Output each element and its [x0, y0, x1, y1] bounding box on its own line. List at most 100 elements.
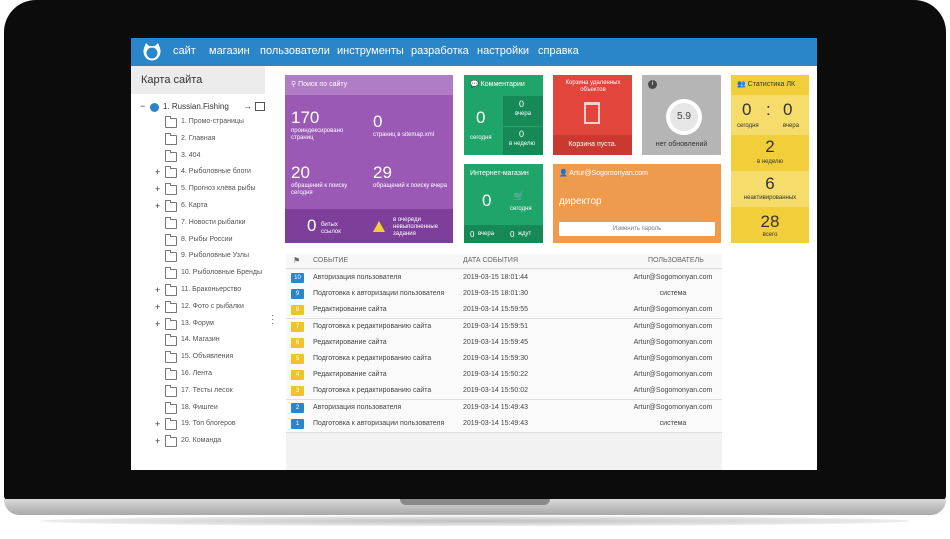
- shop-today-value: 0: [482, 191, 492, 210]
- log-user-cell: Artur@Sogomonyan.com: [633, 387, 713, 395]
- info-icon[interactable]: i: [648, 80, 657, 89]
- expand-icon[interactable]: +: [155, 418, 163, 430]
- log-row[interactable]: 9 Подготовка к авторизации пользователя 20…: [286, 286, 722, 304]
- tree-item[interactable]: +20. Команда: [131, 435, 265, 449]
- trash-tile[interactable]: Корзина удаленных объектов Корзина пуста…: [553, 75, 632, 155]
- nav-item-shop[interactable]: магазин: [209, 45, 250, 57]
- tree-item[interactable]: 1. Промо-страницы: [131, 116, 265, 130]
- log-number-badge: 5: [291, 354, 304, 364]
- log-event-cell: Авторизация пользователя: [313, 403, 402, 411]
- log-row[interactable]: 8 Редактирование сайта 2019-03-14 15:59:55…: [286, 302, 722, 320]
- updates-tile[interactable]: i 5.9 нет обновлений: [642, 75, 721, 155]
- sitemap-title: Карта сайта: [131, 66, 265, 94]
- tree-root[interactable]: − 1. Russian.Fishing →: [131, 101, 265, 115]
- comments-tile[interactable]: 💬 Комментарии 0 сегодня 0 вчера 0 в неде…: [464, 75, 543, 155]
- laptop-notch: [400, 499, 550, 505]
- stats-tile[interactable]: 👥 Статистика ЛК 0 : 0 сегодня вчера 2 в …: [731, 75, 809, 243]
- collapse-icon[interactable]: −: [140, 101, 145, 111]
- tree-item[interactable]: 17. Тесты лесок: [131, 384, 265, 399]
- log-number-badge: 1: [291, 418, 304, 429]
- folder-icon: [165, 435, 177, 448]
- log-row[interactable]: 5 Подготовка к редактированию сайта 2019-0…: [286, 351, 722, 368]
- tree-item[interactable]: +12. Фото с рыбалки: [131, 300, 265, 315]
- log-date-cell: 2019-03-14 15:50:02: [463, 387, 528, 395]
- nav-item-site[interactable]: сайт: [173, 45, 196, 57]
- tree-item[interactable]: 8. Рыбы России: [131, 233, 265, 248]
- tree-item-label: 12. Фото с рыбалки: [181, 302, 244, 310]
- log-number-badge: 9: [291, 289, 304, 300]
- expand-icon[interactable]: +: [155, 435, 163, 447]
- tree-item[interactable]: 7. Новости рыбалки: [131, 216, 265, 231]
- tree-item[interactable]: 18. Фишгеи: [131, 401, 265, 416]
- log-number-badge: 6: [291, 337, 304, 348]
- shop-tile[interactable]: Интернет-магазин 0 🛒 сегодня 0 вчера 0 ж…: [464, 164, 543, 243]
- log-row[interactable]: 10 Авторизация пользователя 2019-03-15 18:…: [286, 270, 722, 287]
- tree-item[interactable]: 3. 404: [131, 149, 265, 164]
- event-column-header: СОБЫТИЕ: [313, 257, 349, 264]
- log-row[interactable]: 3 Подготовка к редактированию сайта 2019-0…: [286, 383, 722, 401]
- nav-item-settings[interactable]: настройки: [477, 45, 529, 57]
- log-event-cell: Подготовка к редактированию сайта: [313, 387, 432, 395]
- folder-icon: [165, 300, 177, 313]
- resize-handle-icon[interactable]: · · ·: [271, 311, 274, 329]
- log-row[interactable]: 1 Подготовка к авторизации пользователя 20…: [286, 415, 722, 433]
- tree-item-label: 10. Рыболовные Бренды: [181, 269, 262, 277]
- search-today-value: 20: [291, 163, 310, 182]
- nav-item-tools[interactable]: инструменты: [337, 45, 404, 57]
- log-row[interactable]: 6 Редактирование сайта 2019-03-14 15:59:45…: [286, 334, 722, 352]
- shop-yesterday-value: 0: [470, 230, 475, 239]
- log-row[interactable]: 2 Авторизация пользователя 2019-03-14 15:4…: [286, 399, 722, 417]
- screen: сайт магазин пользователи инструменты ра…: [131, 38, 817, 470]
- user-column-header: ПОЛЬЗОВАТЕЛЬ: [648, 257, 704, 264]
- tree-item-label: 14. Магазин: [181, 336, 220, 344]
- cat-logo-icon[interactable]: [141, 42, 163, 62]
- tree-item[interactable]: 16. Лента: [131, 368, 265, 382]
- tree-item[interactable]: +4. Рыболовные блоги: [131, 166, 265, 180]
- comments-week-value: 0: [519, 129, 525, 139]
- tree-item[interactable]: +11. Браконьерство: [131, 284, 265, 298]
- tree-item[interactable]: +19. Топ блогеров: [131, 418, 265, 432]
- log-date-cell: 2019-03-14 15:59:30: [463, 355, 528, 362]
- folder-icon: [165, 200, 177, 212]
- expand-icon[interactable]: +: [155, 183, 163, 195]
- tree-item[interactable]: 9. Рыболовные Узлы: [131, 250, 265, 264]
- tree-item-label: 9. Рыболовные Узлы: [181, 252, 250, 260]
- change-password-button[interactable]: Изменить пароль: [559, 222, 715, 236]
- nav-item-help[interactable]: справка: [538, 45, 579, 57]
- top-navbar: сайт магазин пользователи инструменты ра…: [131, 38, 817, 66]
- search-tile[interactable]: ⚲ Поиск по сайту 170 проиндексировано ст…: [285, 75, 453, 243]
- folder-icon: [165, 267, 177, 280]
- expand-icon[interactable]: +: [155, 200, 163, 212]
- log-row[interactable]: 4 Редактирование сайта 2019-03-14 15:50:22…: [286, 367, 722, 385]
- arrow-right-icon[interactable]: →: [243, 101, 252, 111]
- tree-item[interactable]: +13. Форум: [131, 317, 265, 332]
- version-badge: 5.9: [666, 99, 702, 135]
- comments-week-label: в неделю: [509, 141, 536, 147]
- log-number-badge: 2: [291, 402, 304, 413]
- tree-item[interactable]: 14. Магазин: [131, 334, 265, 348]
- expand-icon[interactable]: +: [155, 284, 163, 296]
- tree-item[interactable]: 2. Главная: [131, 132, 265, 147]
- event-log-header: ⚑ СОБЫТИЕ ДАТА СОБЫТИЯ ПОЛЬЗОВАТЕЛЬ: [286, 254, 722, 269]
- nav-item-users[interactable]: пользователи: [260, 45, 330, 57]
- search-icon: ⚲: [291, 81, 297, 88]
- expand-icon[interactable]: +: [155, 301, 163, 313]
- log-user-cell: Artur@Sogomonyan.com: [633, 306, 713, 314]
- comments-title: Комментарии: [480, 81, 525, 88]
- log-row[interactable]: 7 Подготовка к редактированию сайта 2019-0…: [286, 318, 722, 336]
- shop-waiting-label: ждут: [518, 231, 532, 237]
- tree-item[interactable]: 15. Объявления: [131, 351, 265, 365]
- log-date-cell: 2019-03-15 18:01:44: [463, 274, 528, 281]
- expand-icon[interactable]: +: [155, 318, 163, 330]
- comment-icon: 💬: [470, 81, 479, 88]
- nav-item-development[interactable]: разработка: [411, 45, 469, 57]
- tree-item[interactable]: +6. Карта: [131, 200, 265, 214]
- expand-icon[interactable]: +: [155, 166, 163, 178]
- log-event-cell: Подготовка к редактированию сайта: [313, 322, 432, 330]
- tree-item[interactable]: 10. Рыболовные Бренды: [131, 267, 265, 281]
- tree-item[interactable]: +5. Прогноз клёва рыбы: [131, 183, 265, 197]
- monitor-icon[interactable]: [255, 102, 265, 111]
- user-tile[interactable]: 👤 Artur@Sogomonyan.com директор Изменить…: [553, 164, 721, 243]
- stats-inactive-box: 6 неактивированных: [731, 171, 809, 207]
- log-user-cell: система: [659, 290, 687, 298]
